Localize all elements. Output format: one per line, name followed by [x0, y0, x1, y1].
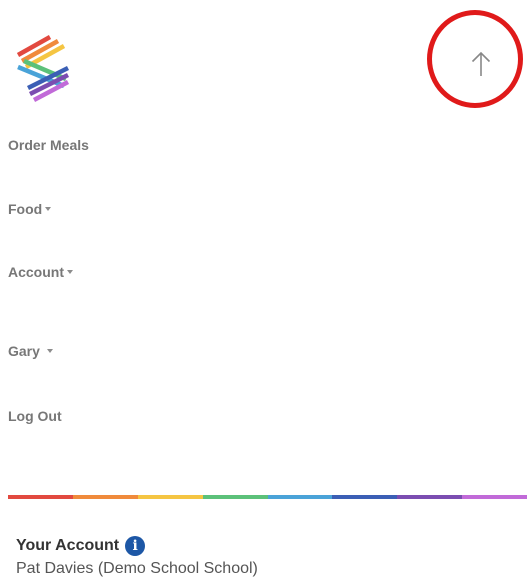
scroll-to-top-button[interactable]	[463, 46, 499, 82]
nav-food-dropdown[interactable]: Food	[8, 201, 52, 217]
nav-log-out[interactable]: Log Out	[8, 408, 62, 424]
nav-account-label: Account	[8, 264, 64, 280]
nav-order-meals-label: Order Meals	[8, 137, 89, 153]
nav-user-label: Gary	[8, 343, 40, 359]
arrow-up-icon	[471, 51, 491, 76]
nav-order-meals[interactable]: Order Meals	[8, 137, 89, 153]
caret-down-icon	[46, 349, 53, 353]
nav-log-out-label: Log Out	[8, 408, 62, 424]
nav-user-dropdown[interactable]: Gary	[8, 343, 53, 359]
info-icon[interactable]: i	[125, 536, 146, 556]
nav-food-label: Food	[8, 201, 43, 217]
rainbow-divider	[8, 495, 527, 499]
your-account-title: Your Account	[16, 537, 120, 554]
your-account-heading: Your Account i	[16, 536, 146, 556]
app-logo[interactable]	[14, 30, 74, 104]
caret-down-icon	[67, 270, 73, 274]
account-holder-name: Pat Davies (Demo School School)	[16, 560, 258, 577]
nav-account-dropdown[interactable]: Account	[8, 264, 73, 280]
caret-down-icon	[45, 207, 52, 211]
